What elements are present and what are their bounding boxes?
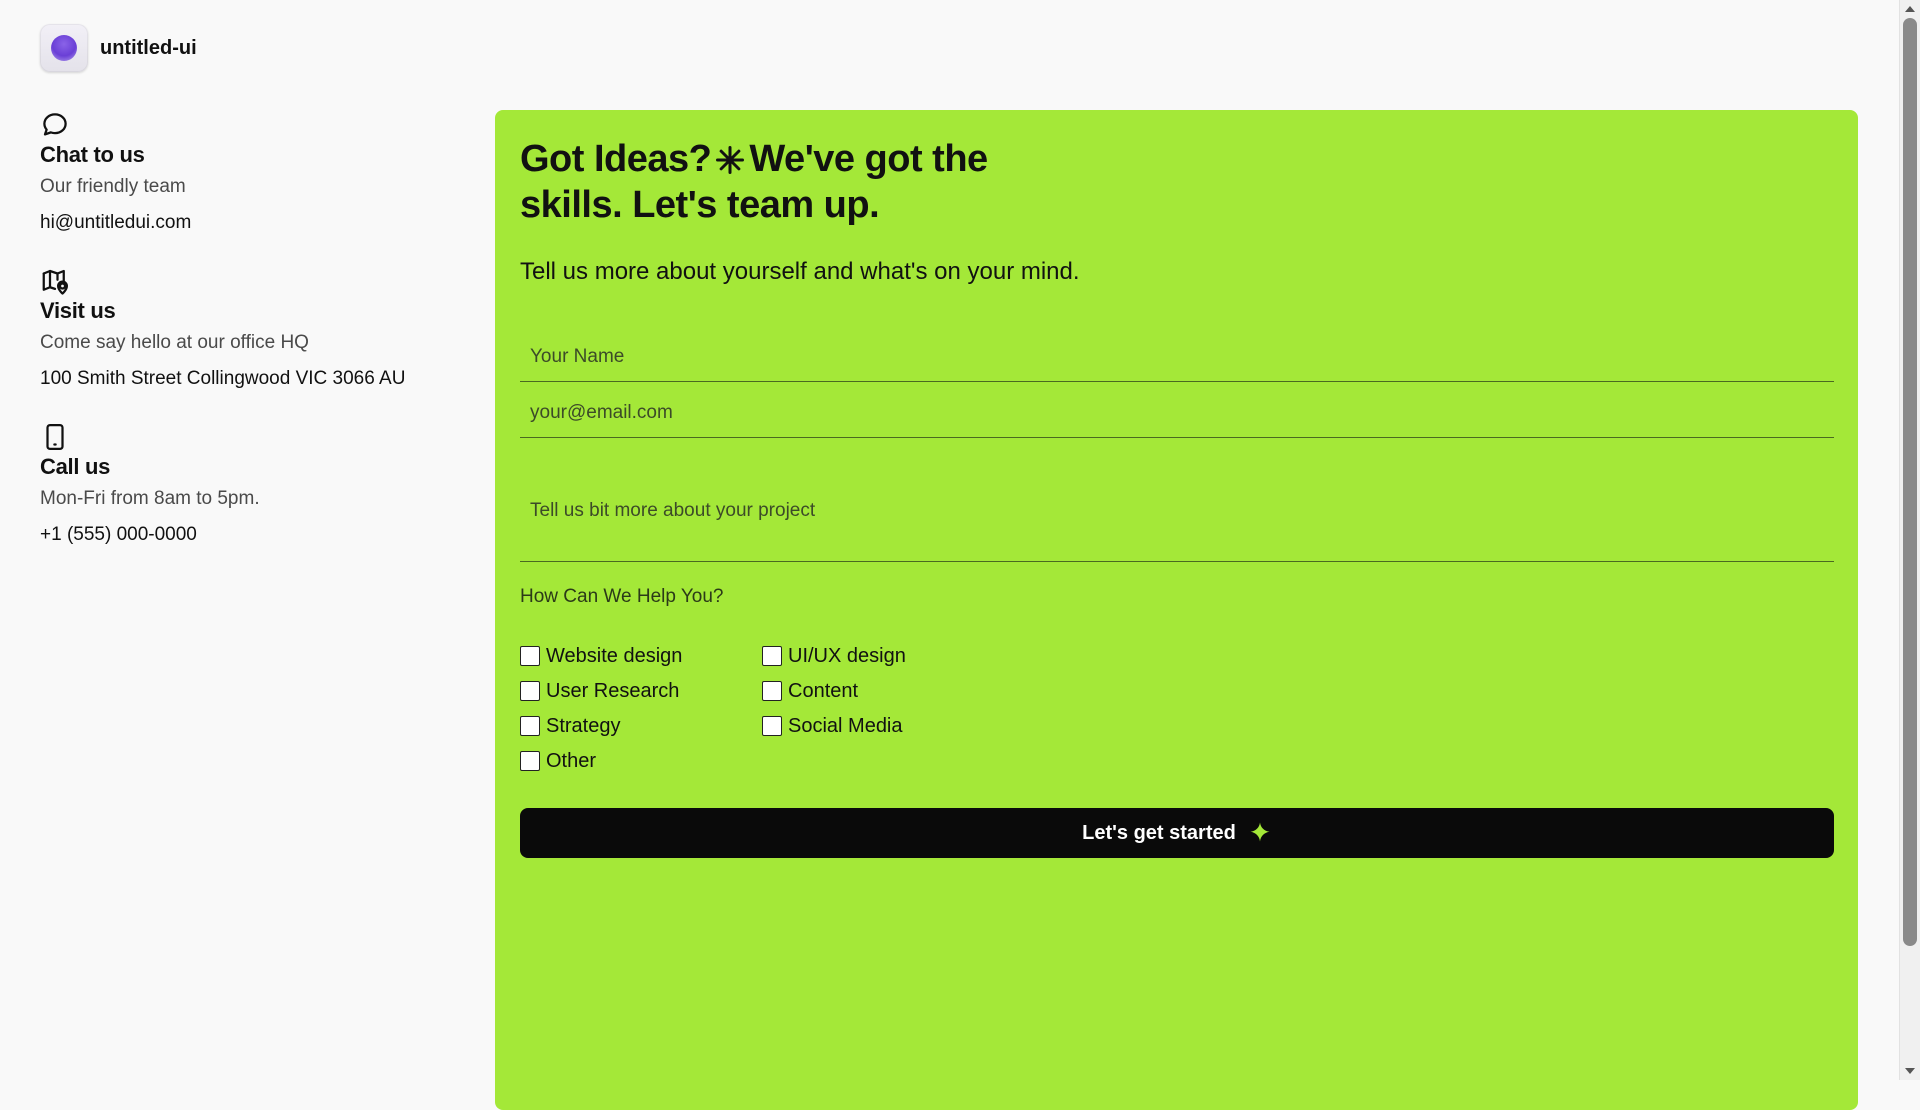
option-content[interactable]: Content — [762, 679, 962, 703]
logo-icon — [40, 24, 88, 72]
contact-visit: Visit us Come say hello at our office HQ… — [40, 266, 460, 390]
sparkle-icon — [1250, 822, 1270, 842]
option-label: UI/UX design — [788, 644, 906, 667]
scroll-up-icon[interactable] — [1905, 6, 1915, 12]
contact-visit-description: Come say hello at our office HQ — [40, 332, 309, 353]
project-message-textarea[interactable] — [520, 470, 1834, 562]
help-options-label: How Can We Help You? — [520, 586, 724, 607]
contact-address[interactable]: 100 Smith Street Collingwood VIC 3066 AU — [40, 368, 460, 390]
contact-chat: Chat to us Our friendly team hi@untitled… — [40, 110, 460, 234]
option-social-media[interactable]: Social Media — [762, 714, 962, 738]
chat-bubble-icon — [43, 113, 67, 136]
scroll-thumb[interactable] — [1903, 18, 1917, 946]
option-ui-ux-design[interactable]: UI/UX design — [762, 644, 962, 668]
contact-sidebar: Chat to us Our friendly team hi@untitled… — [40, 110, 460, 578]
option-other[interactable]: Other — [520, 749, 762, 773]
brand[interactable]: untitled-ui — [40, 24, 197, 72]
contact-email-link[interactable]: hi@untitledui.com — [40, 212, 460, 234]
submit-button[interactable]: Let's get started — [520, 808, 1834, 858]
headline-part1: Got Ideas? — [520, 138, 712, 180]
option-label: Content — [788, 679, 859, 702]
option-label: Website design — [546, 644, 683, 667]
checkbox[interactable] — [520, 751, 540, 771]
checkbox[interactable] — [520, 716, 540, 736]
form-subheading: Tell us more about yourself and what's o… — [520, 258, 1080, 285]
name-input[interactable] — [520, 332, 1834, 382]
help-options-group: Website design UI/UX design User Researc… — [520, 644, 962, 773]
map-pin-icon — [42, 269, 68, 295]
contact-call-title: Call us — [40, 454, 111, 479]
option-user-research[interactable]: User Research — [520, 679, 762, 703]
phone-icon — [46, 424, 64, 450]
option-label: Strategy — [546, 714, 621, 737]
option-strategy[interactable]: Strategy — [520, 714, 762, 738]
asterisk-icon — [716, 146, 745, 174]
page-scrollbar[interactable] — [1899, 0, 1920, 1080]
scroll-down-icon[interactable] — [1905, 1068, 1915, 1074]
contact-phone[interactable]: +1 (555) 000-0000 — [40, 524, 460, 546]
contact-call-description: Mon-Fri from 8am to 5pm. — [40, 488, 260, 509]
checkbox[interactable] — [762, 646, 782, 666]
form-headline: Got Ideas? We've got the skills. Let's te… — [520, 136, 1040, 228]
contact-chat-title: Chat to us — [40, 142, 145, 167]
checkbox[interactable] — [762, 716, 782, 736]
option-label: User Research — [546, 679, 680, 702]
option-label: Other — [546, 749, 597, 772]
option-label: Social Media — [788, 714, 903, 737]
contact-call: Call us Mon-Fri from 8am to 5pm. +1 (555… — [40, 422, 460, 546]
checkbox[interactable] — [520, 681, 540, 701]
submit-label: Let's get started — [1082, 821, 1236, 844]
email-input[interactable] — [520, 388, 1834, 438]
contact-chat-description: Our friendly team — [40, 176, 186, 197]
brand-name: untitled-ui — [100, 36, 197, 59]
contact-visit-title: Visit us — [40, 298, 116, 323]
option-website-design[interactable]: Website design — [520, 644, 762, 668]
contact-form-card: Got Ideas? We've got the skills. Let's te… — [495, 110, 1858, 1110]
checkbox[interactable] — [520, 646, 540, 666]
checkbox[interactable] — [762, 681, 782, 701]
